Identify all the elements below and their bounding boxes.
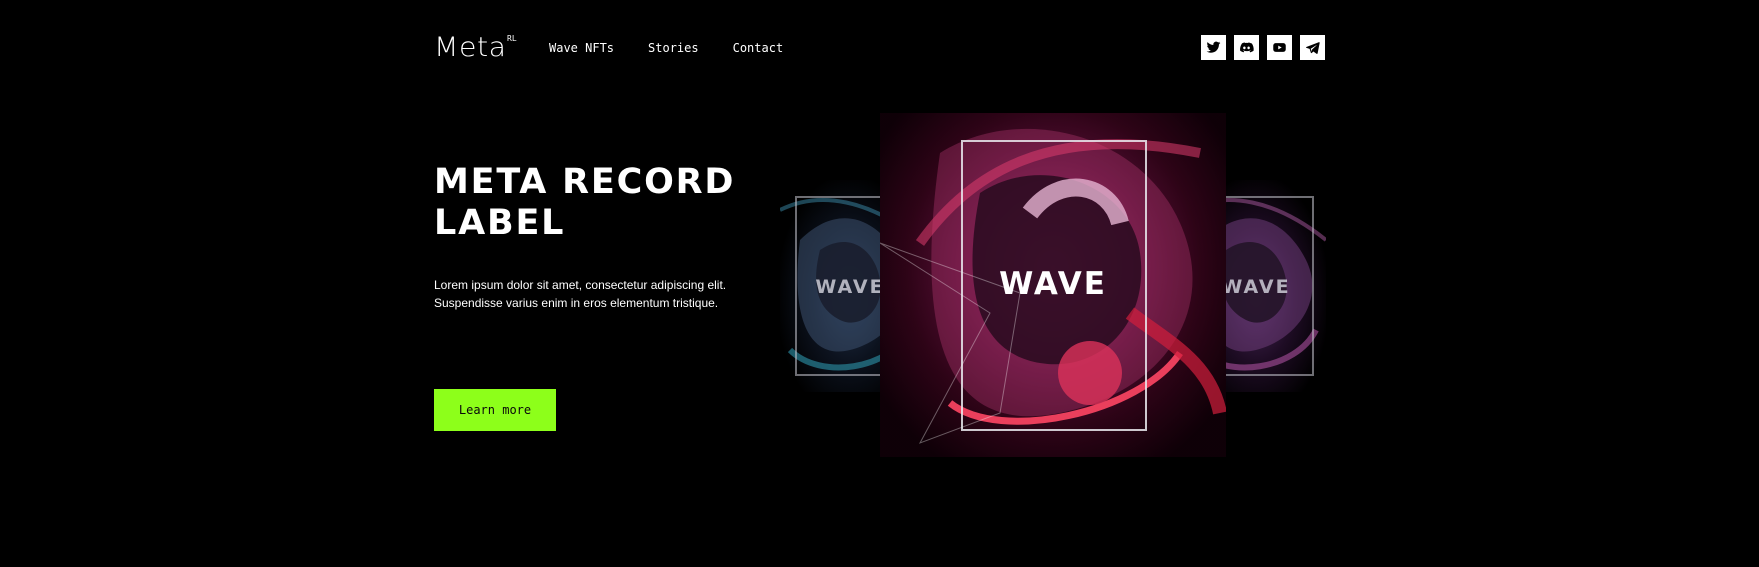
nav-link-contact[interactable]: Contact: [733, 40, 784, 56]
hero-title-line-1: META RECORD: [434, 162, 736, 202]
discord-icon: [1240, 42, 1254, 53]
twitter-icon: [1206, 41, 1221, 53]
hero-description-line-1: Lorem ipsum dolor sit amet, consectetur …: [434, 278, 727, 292]
learn-more-button[interactable]: Learn more: [434, 389, 556, 431]
discord-button[interactable]: [1234, 35, 1259, 60]
youtube-icon: [1273, 43, 1286, 52]
telegram-icon: [1305, 42, 1320, 54]
main-nav: Wave NFTs Stories Contact: [549, 40, 783, 56]
hero-description: Lorem ipsum dolor sit amet, consectetur …: [434, 276, 744, 312]
social-links: [1201, 35, 1325, 60]
logo-superscript: RL: [507, 34, 517, 43]
nav-link-stories[interactable]: Stories: [648, 40, 699, 56]
landing-page: Meta RL Wave NFTs Stories Contact META R…: [0, 0, 1759, 567]
logo-wordmark: Meta: [434, 32, 507, 63]
hero-description-line-2: Suspendisse varius enim in eros elementu…: [434, 296, 719, 310]
telegram-button[interactable]: [1300, 35, 1325, 60]
hero-title-line-2: LABEL: [434, 203, 566, 243]
logo[interactable]: Meta RL: [434, 32, 517, 64]
nav-link-wave-nfts[interactable]: Wave NFTs: [549, 40, 614, 56]
twitter-button[interactable]: [1201, 35, 1226, 60]
wave-label-center: WAVE: [999, 266, 1107, 302]
youtube-button[interactable]: [1267, 35, 1292, 60]
hero-title: META RECORD LABEL: [434, 162, 774, 244]
wave-artwork-center: WAVE: [880, 113, 1226, 457]
